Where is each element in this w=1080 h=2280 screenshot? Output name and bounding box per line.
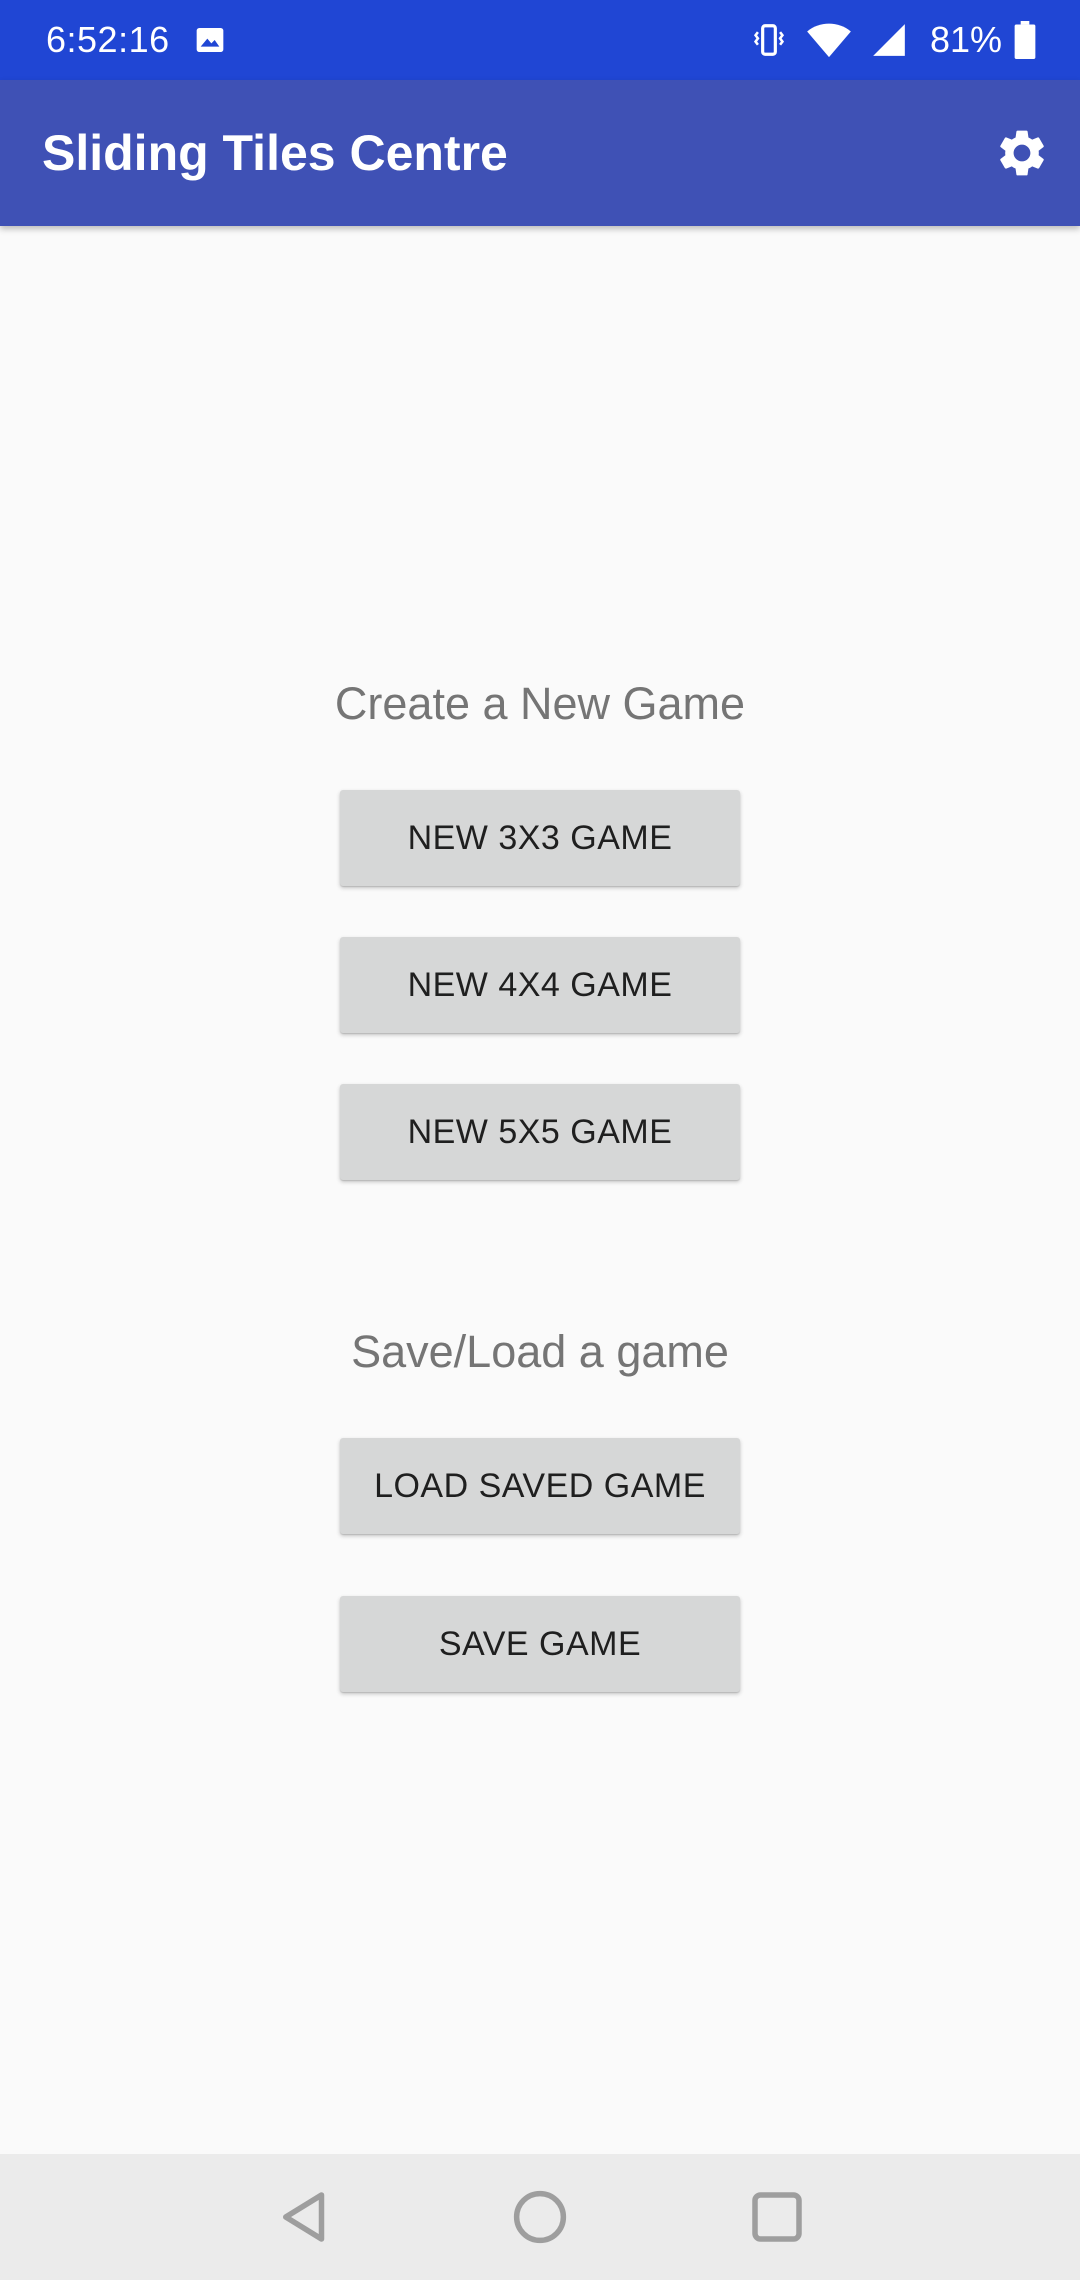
new-5x5-game-button[interactable]: NEW 5X5 GAME (340, 1084, 740, 1180)
status-icons: 81% (732, 0, 1036, 80)
new-4x4-game-button[interactable]: NEW 4X4 GAME (340, 937, 740, 1033)
status-time: 6:52:16 (46, 19, 170, 60)
status-bar: 6:52:16 81% (0, 0, 1080, 80)
back-icon[interactable] (272, 2184, 338, 2250)
navigation-bar (0, 2154, 1080, 2280)
recents-icon[interactable] (744, 2184, 810, 2250)
signal-icon (873, 24, 905, 56)
app-title: Sliding Tiles Centre (42, 125, 508, 181)
app-bar: Sliding Tiles Centre (0, 80, 1080, 226)
load-saved-game-button[interactable]: LOAD SAVED GAME (340, 1438, 740, 1534)
wifi-icon (807, 23, 851, 58)
image-icon (196, 28, 224, 52)
save-load-section-label: Save/Load a game (351, 1326, 729, 1377)
vibrate-icon (753, 24, 784, 56)
new-game-section-label: Create a New Game (334, 678, 746, 729)
battery-percent: 81% (929, 19, 1002, 60)
home-icon[interactable] (507, 2184, 573, 2250)
settings-icon[interactable] (994, 125, 1050, 181)
save-game-button[interactable]: SAVE GAME (340, 1596, 740, 1692)
battery-icon (1014, 21, 1036, 59)
new-3x3-game-button[interactable]: NEW 3X3 GAME (340, 790, 740, 886)
